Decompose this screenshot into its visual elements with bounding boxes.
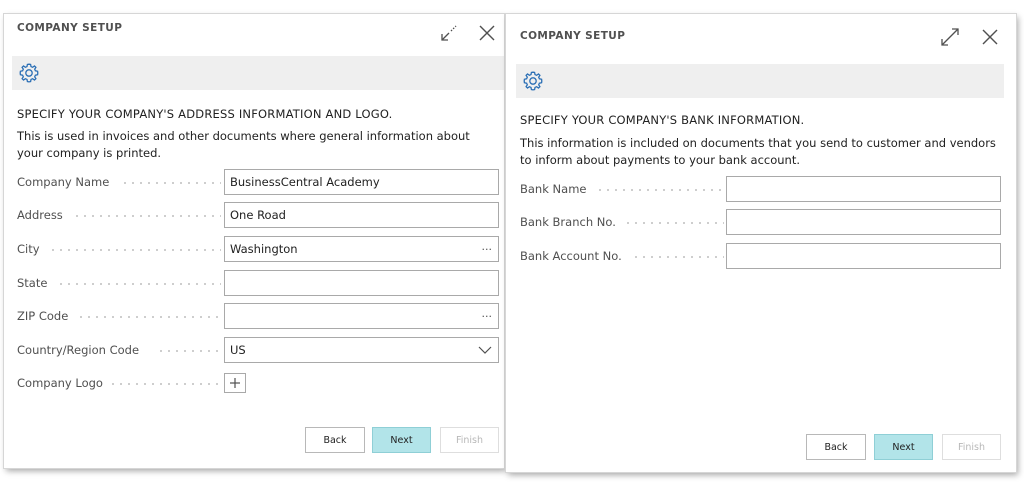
section-description: This is used in invoices and other docum… [17,129,470,160]
field-label: Bank Account No. [520,249,622,263]
bank-account-no-input[interactable] [726,243,1001,269]
input-value: One Road [230,208,286,222]
ellipsis-icon[interactable]: ··· [482,237,493,261]
leader-dots [121,182,221,184]
ellipsis-icon[interactable]: ··· [482,304,493,328]
field-company-name: Company Name BusinessCentral Academy [17,169,499,195]
country-region-select[interactable]: US [224,337,499,363]
field-state: State [17,270,499,296]
company-setup-bank-dialog: COMPANY SETUP SPECIFY YOUR COMPANY'S BAN… [506,14,1016,472]
gear-icon[interactable] [18,62,40,84]
field-label: Country/Region Code [17,343,140,357]
city-input[interactable]: Washington ··· [224,236,499,262]
section-description: This information is included on document… [520,136,996,167]
dialog-title: COMPANY SETUP [520,30,626,42]
field-label: State [17,276,48,290]
add-logo-button[interactable] [224,373,246,393]
field-bank-branch-no: Bank Branch No. [520,209,1002,235]
leader-dots [57,283,221,285]
dialog-title: COMPANY SETUP [17,22,123,34]
company-setup-address-dialog: COMPANY SETUP SPECIFY YOUR COMPANY'S ADD… [4,14,504,468]
address-input[interactable]: One Road [224,202,499,228]
leader-dots [624,222,724,224]
field-label: Address [17,208,63,222]
chevron-down-icon[interactable] [478,338,492,362]
section-heading: SPECIFY YOUR COMPANY'S ADDRESS INFORMATI… [17,107,393,121]
header-bar [516,64,1004,98]
leader-dots [596,189,724,191]
leader-dots [77,316,221,318]
field-label: Bank Name [520,182,587,196]
zip-code-input[interactable]: ··· [224,303,499,329]
state-input[interactable] [224,270,499,296]
field-city: City Washington ··· [17,236,499,262]
leader-dots [49,249,221,251]
expand-arrows-icon[interactable] [939,26,961,48]
next-button[interactable]: Next [874,434,933,460]
field-bank-account-no: Bank Account No. [520,243,1002,269]
input-value: Washington [230,242,298,256]
field-address: Address One Road [17,202,499,228]
collapse-arrows-icon[interactable] [438,22,460,44]
back-button[interactable]: Back [305,427,365,453]
plus-icon [230,378,240,388]
back-button[interactable]: Back [806,434,866,460]
input-value: BusinessCentral Academy [230,175,380,189]
finish-button[interactable]: Finish [440,427,499,453]
leader-dots [157,350,221,352]
next-button[interactable]: Next [372,427,431,453]
leader-dots [73,215,221,217]
field-label: ZIP Code [17,309,69,323]
leader-dots [109,383,221,385]
field-label: Company Logo [17,376,103,390]
field-label: Bank Branch No. [520,215,616,229]
field-label: City [17,242,40,256]
section-heading: SPECIFY YOUR COMPANY'S BANK INFORMATION. [520,113,805,127]
field-company-logo: Company Logo [17,370,499,396]
close-icon[interactable] [979,26,1001,48]
bank-branch-no-input[interactable] [726,209,1001,235]
gear-icon[interactable] [522,70,544,92]
field-zip-code: ZIP Code ··· [17,303,499,329]
close-icon[interactable] [476,22,498,44]
input-value: US [230,343,246,357]
field-country-region-code: Country/Region Code US [17,337,499,363]
field-bank-name: Bank Name [520,176,1002,202]
header-bar [12,56,504,90]
company-name-input[interactable]: BusinessCentral Academy [224,169,499,195]
field-label: Company Name [17,175,110,189]
finish-button[interactable]: Finish [942,434,1001,460]
bank-name-input[interactable] [726,176,1001,202]
leader-dots [632,256,724,258]
